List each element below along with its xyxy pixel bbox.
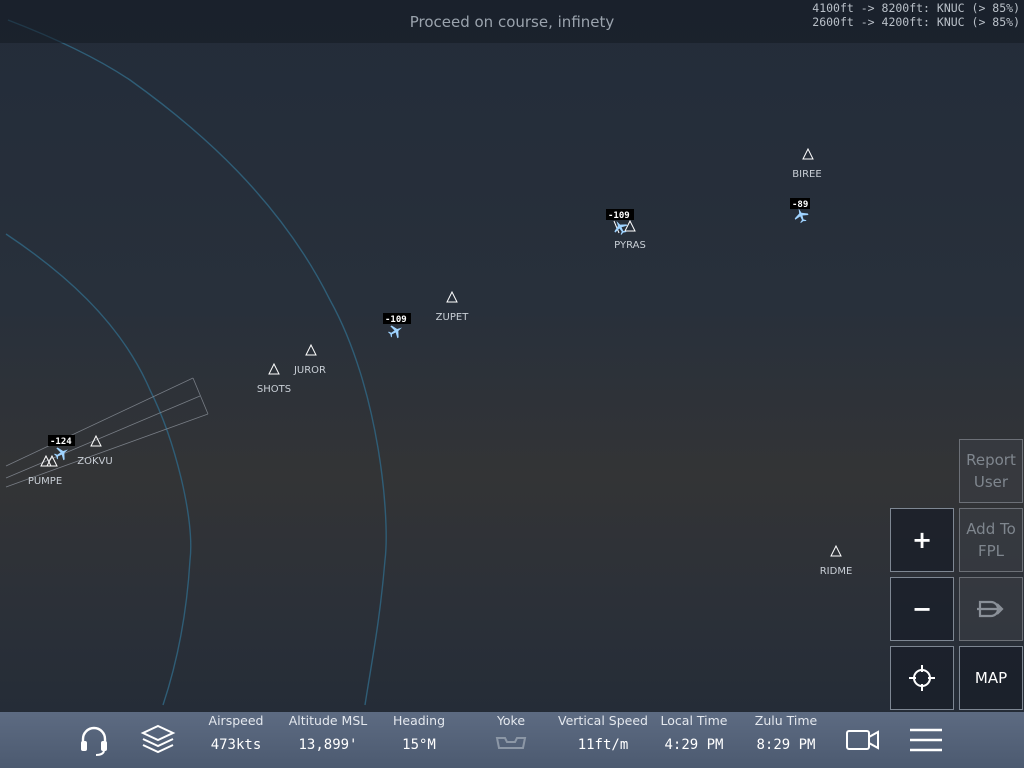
vertical-speed-value: 11ft/m	[577, 737, 629, 753]
traffic-aircraft[interactable]: -89	[790, 198, 810, 224]
direct-to-icon	[977, 600, 1004, 618]
altitude-clearance-line: 2600ft -> 4200ft: KNUC (> 85%)	[812, 15, 1020, 29]
add-to-fpl-label: Add To FPL	[966, 520, 1016, 560]
yoke-icon	[495, 734, 527, 754]
layers-button[interactable]	[138, 722, 178, 758]
waypoint-label: ZUPET	[436, 312, 470, 323]
headset-icon	[81, 726, 107, 756]
airspace-boundary-outer	[7, 19, 387, 706]
zulu-time-label: Zulu Time	[754, 713, 818, 728]
report-user-button[interactable]: Report User	[959, 439, 1023, 503]
altitude-stat: Altitude MSL 13,899'	[282, 712, 374, 768]
menu-button[interactable]	[906, 722, 946, 758]
traffic-tag: -124	[50, 437, 72, 447]
vertical-speed-label: Vertical Speed	[558, 713, 648, 728]
camera-button[interactable]	[843, 722, 883, 758]
airspeed-label: Airspeed	[208, 713, 264, 728]
hamburger-menu-icon	[910, 728, 942, 752]
altitude-value: 13,899'	[298, 737, 358, 753]
vertical-speed-stat: Vertical Speed 11ft/m	[556, 712, 650, 768]
heading-label: Heading	[392, 713, 445, 728]
waypoint-label: JUROR	[293, 365, 326, 376]
map-button[interactable]: MAP	[959, 646, 1023, 710]
local-time-label: Local Time	[660, 713, 728, 728]
waypoint-label: BIREE	[792, 169, 821, 180]
direct-to-button[interactable]	[959, 577, 1023, 641]
waypoint-label: PUMPE	[28, 476, 62, 487]
airspeed-value: 473kts	[210, 737, 262, 753]
waypoint-juror[interactable]: JUROR	[293, 343, 326, 376]
traffic-tag: -109	[385, 315, 407, 325]
zoom-out-label: −	[911, 595, 933, 623]
zulu-time-stat: Zulu Time 8:29 PM	[748, 712, 824, 768]
waypoint-shots[interactable]: SHOTS	[257, 362, 291, 395]
waypoint-label: ZOKVU	[77, 456, 112, 467]
waypoint-biree[interactable]: BIREE	[792, 147, 822, 180]
video-camera-icon	[846, 730, 879, 750]
report-user-label: Report User	[966, 451, 1016, 491]
crosshair-icon	[909, 665, 935, 691]
waypoint-label: PYRAS	[614, 240, 646, 251]
atc-button[interactable]	[74, 722, 114, 758]
map-button-label: MAP	[974, 669, 1008, 687]
recenter-button[interactable]	[890, 646, 954, 710]
waypoint-label: RIDME	[820, 566, 853, 577]
yoke-stat[interactable]: Yoke	[476, 712, 546, 768]
waypoint-pumpe[interactable]: PUMPE	[28, 454, 62, 487]
airspace-boundary-inner	[5, 233, 192, 706]
traffic-tag: -89	[792, 200, 808, 210]
zoom-out-button[interactable]: −	[890, 577, 954, 641]
zoom-in-button[interactable]: +	[890, 508, 954, 572]
traffic-tag: -109	[608, 211, 630, 221]
heading-stat: Heading 15°M	[384, 712, 454, 768]
airspeed-stat: Airspeed 473kts	[196, 712, 276, 768]
layers-icon	[140, 724, 176, 754]
add-to-fpl-button[interactable]: Add To FPL	[959, 508, 1023, 572]
altitude-label: Altitude MSL	[288, 713, 368, 728]
bottom-status-bar: Airspeed 473kts Altitude MSL 13,899' Hea…	[0, 712, 1024, 768]
map-canvas[interactable]: BIREE PYRAS ZUPET JUROR SHOTS ZOKVU PUMP…	[0, 0, 1024, 712]
yoke-label: Yoke	[496, 713, 526, 728]
waypoint-label: SHOTS	[257, 384, 291, 395]
heading-value: 15°M	[402, 737, 436, 753]
waypoint-zupet[interactable]: ZUPET	[436, 290, 470, 323]
waypoint-ridme[interactable]: RIDME	[820, 544, 853, 577]
altitude-clearances: 4100ft -> 8200ft: KNUC (> 85%) 2600ft ->…	[812, 1, 1020, 29]
zoom-in-label: +	[911, 526, 933, 554]
traffic-aircraft[interactable]: -109	[383, 313, 411, 341]
altitude-clearance-line: 4100ft -> 8200ft: KNUC (> 85%)	[812, 1, 1020, 15]
zulu-time-value: 8:29 PM	[756, 737, 816, 753]
local-time-value: 4:29 PM	[664, 737, 724, 753]
traffic-aircraft[interactable]: -109	[606, 209, 634, 237]
local-time-stat: Local Time 4:29 PM	[656, 712, 732, 768]
approach-lines	[5, 377, 209, 488]
